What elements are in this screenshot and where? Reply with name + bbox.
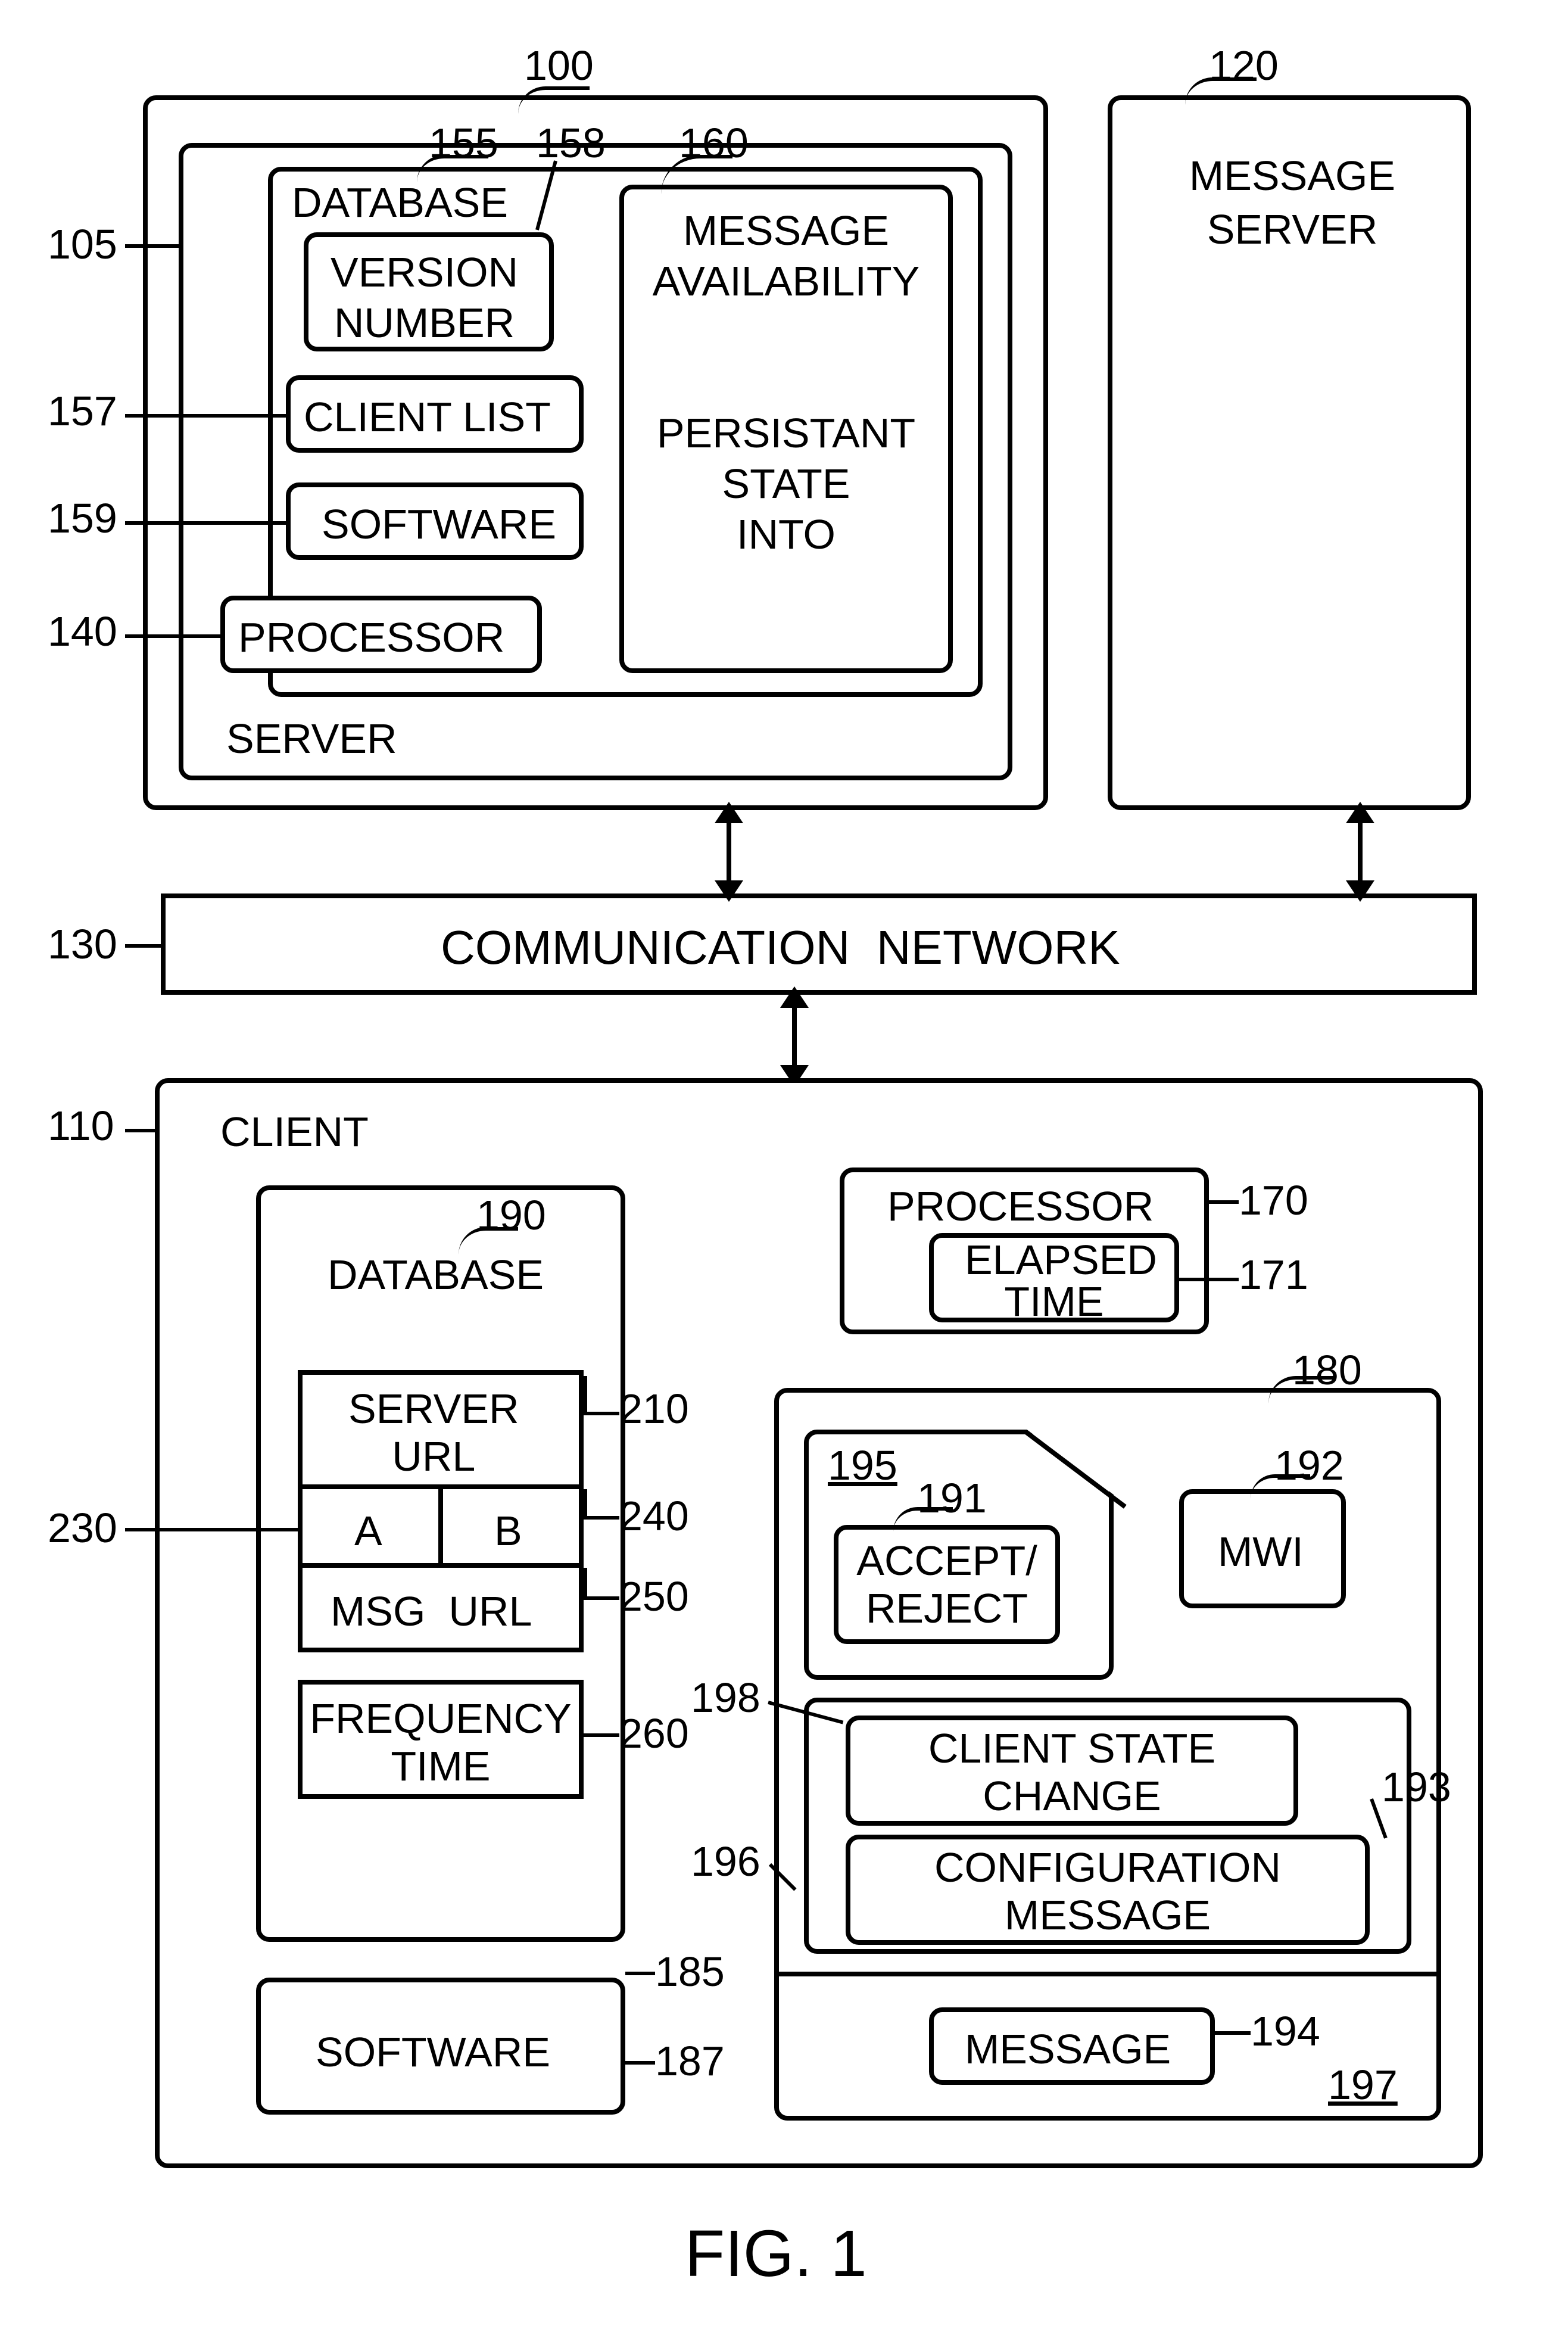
arrow-server-net — [727, 816, 731, 888]
label-message: MESSAGE — [965, 2025, 1171, 2073]
label-elapsed-time: ELAPSED TIME — [965, 1239, 1143, 1322]
label-server: SERVER — [226, 715, 397, 762]
leader-159 — [125, 521, 286, 525]
ref-210: 210 — [619, 1385, 689, 1433]
ref-196: 196 — [691, 1838, 760, 1885]
leader-250 — [584, 1596, 619, 1600]
leader-187 — [625, 2061, 655, 2065]
ref-185: 185 — [655, 1948, 725, 1995]
label-software-client: SOFTWARE — [316, 2028, 550, 2076]
label-server-url: SERVER URL — [348, 1385, 519, 1480]
label-client-state-change: CLIENT STATE CHANGE — [887, 1724, 1257, 1820]
arrow-msgserver-net — [1358, 816, 1363, 888]
leader-130 — [125, 944, 161, 948]
label-message-server: MESSAGE SERVER — [1167, 149, 1417, 256]
ref-110: 110 — [48, 1102, 114, 1150]
ref-159: 159 — [48, 494, 117, 542]
ref-230: 230 — [48, 1504, 117, 1552]
label-processor-client: PROCESSOR — [887, 1182, 1154, 1230]
label-database-client: DATABASE — [328, 1251, 544, 1299]
label-a: A — [354, 1507, 382, 1555]
ref-187: 187 — [655, 2037, 725, 2085]
leader-250-hook — [584, 1568, 587, 1600]
ref-198: 198 — [691, 1674, 760, 1721]
ref-250: 250 — [619, 1573, 689, 1620]
arrow-net-client — [792, 1001, 797, 1072]
label-software-server: SOFTWARE — [322, 500, 556, 548]
ref-105: 105 — [48, 220, 117, 268]
leader-194 — [1215, 2031, 1251, 2035]
leader-230 — [125, 1528, 298, 1531]
leader-171 — [1179, 1278, 1239, 1281]
ref-170: 170 — [1239, 1176, 1308, 1224]
leader-185 — [625, 1972, 655, 1975]
leader-120 — [1185, 77, 1257, 105]
leader-157 — [125, 414, 286, 418]
leader-260 — [584, 1733, 619, 1737]
label-accept-reject: ACCEPT/ REJECT — [855, 1537, 1039, 1632]
ref-240: 240 — [619, 1492, 689, 1540]
label-database-server: DATABASE — [292, 179, 508, 226]
ref-197: 197 — [1328, 2061, 1398, 2109]
label-version-number: VERSION NUMBER — [331, 247, 518, 348]
leader-210-hook — [584, 1376, 587, 1415]
leader-140 — [125, 634, 220, 638]
leader-110 — [125, 1129, 155, 1132]
ref-140: 140 — [48, 608, 117, 655]
divider-180 — [779, 1972, 1436, 1976]
diagram-canvas: 100 SERVER 105 DATABASE 155 VERSION NUMB… — [0, 0, 1568, 2335]
label-b: B — [494, 1507, 522, 1555]
label-client: CLIENT — [220, 1108, 369, 1156]
leader-170 — [1209, 1200, 1239, 1204]
leader-240-hook — [584, 1489, 587, 1520]
ref-171: 171 — [1239, 1251, 1308, 1299]
ref-158: 158 — [536, 119, 606, 167]
label-config-message: CONFIGURATION MESSAGE — [875, 1844, 1340, 1939]
ref-260: 260 — [619, 1710, 689, 1757]
ref-195: 195 — [828, 1442, 897, 1489]
label-client-list: CLIENT LIST — [304, 393, 551, 441]
ref-194: 194 — [1251, 2007, 1320, 2055]
ref-193: 193 — [1382, 1763, 1451, 1811]
label-freq-time: FREQUENCY TIME — [307, 1695, 575, 1790]
label-msg-url: MSG URL — [331, 1587, 532, 1635]
label-msg-avail: MESSAGE AVAILABILITY PERSISTANT STATE IN… — [649, 206, 923, 560]
ref-130: 130 — [48, 920, 117, 968]
label-comm-network: COMMUNICATION NETWORK — [441, 920, 1120, 975]
ref-157: 157 — [48, 387, 117, 435]
figure-caption: FIG. 1 — [685, 2216, 867, 2292]
label-processor-server: PROCESSOR — [238, 614, 504, 661]
leader-105 — [125, 244, 179, 248]
label-mwi: MWI — [1218, 1528, 1304, 1576]
leader-210 — [584, 1412, 619, 1415]
leader-240 — [584, 1516, 619, 1520]
